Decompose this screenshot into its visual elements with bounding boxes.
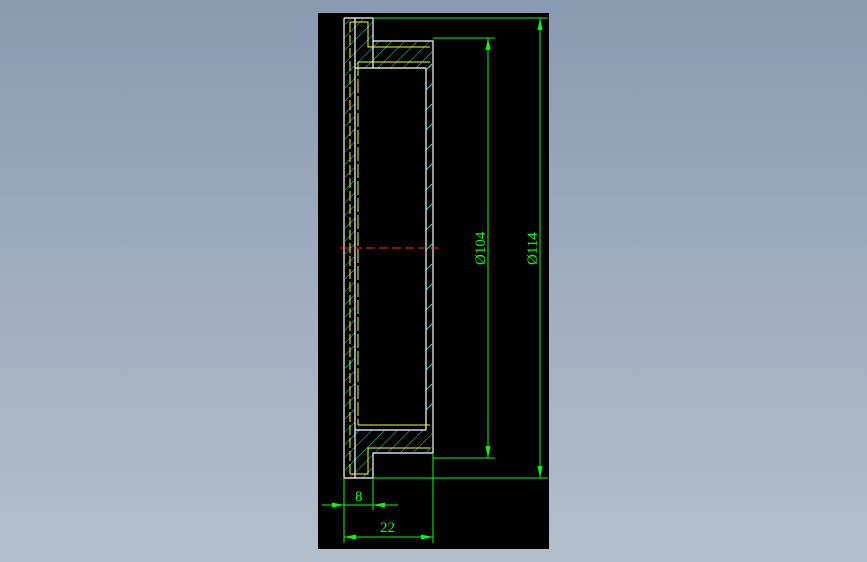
inner-diameter-label: Ø104 [473, 231, 489, 265]
section-drawing: Ø104 Ø114 8 22 [322, 17, 548, 543]
total-width-label: 22 [380, 520, 395, 536]
bottom-flange-section [355, 430, 432, 478]
flange-width-label: 8 [355, 489, 363, 505]
top-flange-section [355, 19, 432, 68]
right-wall-section [425, 63, 433, 411]
outer-diameter-label: Ø114 [525, 232, 541, 265]
cad-viewport[interactable]: Ø104 Ø114 8 22 [318, 13, 549, 549]
